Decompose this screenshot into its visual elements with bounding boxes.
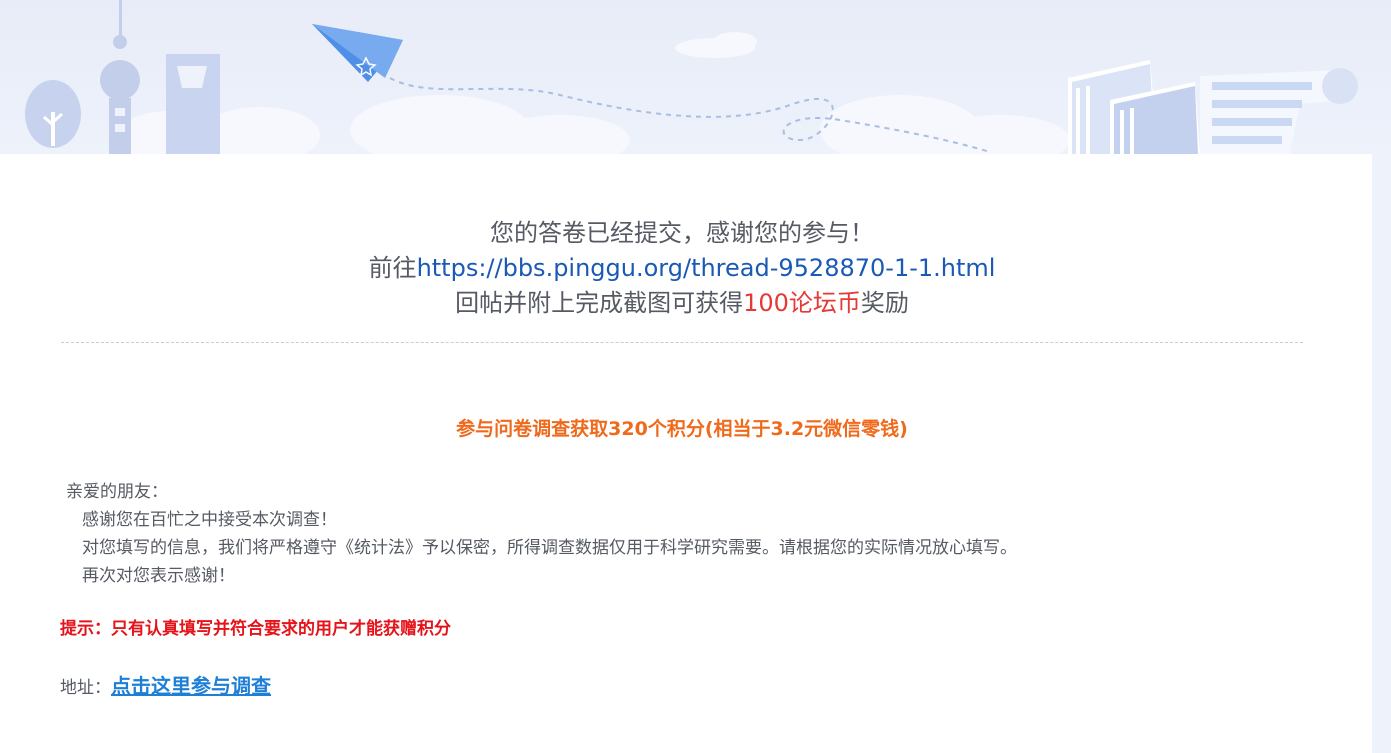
thanks-line-1: 您的答卷已经提交，感谢您的参与！ <box>490 219 874 247</box>
skyscraper-icon <box>166 54 220 154</box>
thanks-line-2: 前往https://bbs.pinggu.org/thread-9528870-… <box>0 251 1364 286</box>
cloud-icon <box>110 32 1070 160</box>
survey-intro: 亲爱的朋友： 感谢您在百忙之中接受本次调查！ 对您填写的信息，我们将严格遵守《统… <box>66 478 1017 590</box>
tree-icon <box>25 80 81 148</box>
banner-illustration <box>25 0 1358 160</box>
survey-link[interactable]: 点击这里参与调查 <box>111 674 271 698</box>
books-icon <box>1068 60 1200 154</box>
survey-address: 地址：点击这里参与调查 <box>60 670 271 699</box>
header-banner <box>0 0 1391 160</box>
reward-suffix: 奖励 <box>860 289 909 317</box>
intro-paragraph-2: 对您填写的信息，我们将严格遵守《统计法》予以保密，所得调查数据仅用于科学研究需要… <box>82 538 1017 558</box>
result-card: 您的答卷已经提交，感谢您的参与！ 前往https://bbs.pinggu.or… <box>0 154 1372 753</box>
scroll-icon <box>1200 68 1358 154</box>
address-label: 地址： <box>60 678 111 698</box>
goto-prefix: 前往 <box>368 254 417 282</box>
survey-headline: 参与问卷调查获取320个积分(相当于3.2元微信零钱) <box>456 418 908 440</box>
thread-link[interactable]: https://bbs.pinggu.org/thread-9528870-1-… <box>417 254 996 282</box>
intro-paragraph-3: 再次对您表示感谢！ <box>82 566 235 586</box>
intro-paragraph-1: 感谢您在百忙之中接受本次调查！ <box>82 510 337 530</box>
tip-text: 提示：只有认真填写并符合要求的用户才能获赠积分 <box>60 619 451 639</box>
thanks-message: 您的答卷已经提交，感谢您的参与！ 前往https://bbs.pinggu.or… <box>0 216 1364 321</box>
reward-prefix: 回帖并附上完成截图可获得 <box>455 289 744 317</box>
dashed-divider <box>61 342 1303 343</box>
greeting: 亲爱的朋友： <box>66 482 168 502</box>
thanks-line-3: 回帖并附上完成截图可获得100论坛币奖励 <box>0 286 1364 321</box>
reward-amount: 100论坛币 <box>743 289 861 317</box>
